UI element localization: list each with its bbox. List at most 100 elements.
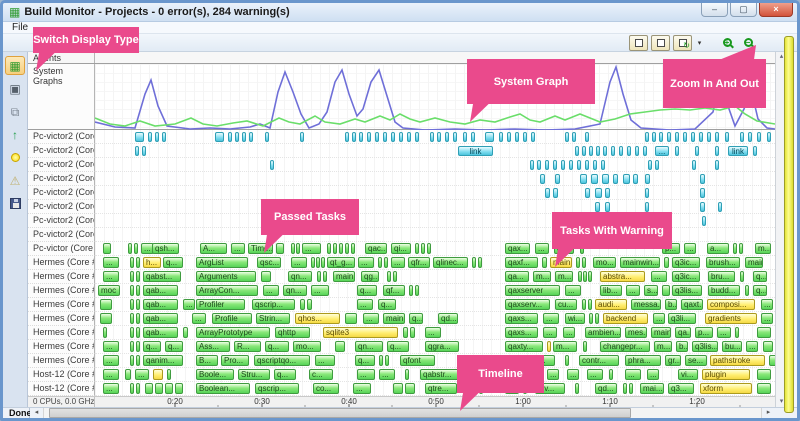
task-bar[interactable] (345, 243, 349, 254)
task-bar[interactable] (588, 271, 592, 282)
task-bar[interactable]: se... (685, 355, 707, 366)
task-bar[interactable] (291, 243, 295, 254)
task-bar[interactable]: abstra... (600, 271, 645, 282)
task-bar[interactable]: qfr... (408, 257, 430, 268)
task-bar[interactable]: ... (391, 257, 405, 268)
task-bar[interactable] (453, 132, 457, 142)
sidebar-button-build-progress[interactable]: ▦ (5, 56, 25, 75)
task-bar[interactable] (351, 243, 355, 254)
task-bar[interactable]: qaxs... (505, 327, 538, 338)
task-bar[interactable]: qac... (365, 243, 387, 254)
display-type-dropdown[interactable]: ▾ (695, 35, 704, 51)
task-bar[interactable] (627, 146, 631, 156)
task-bar[interactable] (692, 160, 696, 170)
task-bar[interactable] (645, 202, 649, 212)
task-bar[interactable]: b... (676, 341, 688, 352)
task-bar[interactable] (577, 160, 581, 170)
task-bar[interactable] (409, 285, 413, 296)
task-bar[interactable]: composi... (707, 299, 755, 310)
task-bar[interactable] (576, 257, 580, 268)
task-bar[interactable] (393, 271, 397, 282)
task-bar[interactable] (575, 146, 579, 156)
task-bar[interactable] (715, 132, 719, 142)
task-bar[interactable]: qscriptqo... (254, 355, 310, 366)
task-bar[interactable] (675, 132, 679, 142)
task-bar[interactable]: ... (135, 369, 149, 380)
task-bar[interactable]: co... (313, 383, 339, 394)
task-bar[interactable]: ... (761, 299, 773, 310)
task-bar[interactable]: q... (265, 341, 289, 352)
task-bar[interactable] (136, 383, 140, 394)
task-bar[interactable] (583, 271, 587, 282)
task-bar[interactable] (553, 160, 557, 170)
task-bar[interactable] (540, 174, 545, 184)
task-bar[interactable] (596, 146, 600, 156)
task-bar[interactable] (582, 299, 586, 310)
sidebar-button-save[interactable] (5, 194, 25, 213)
task-bar[interactable]: h... (143, 257, 161, 268)
task-bar[interactable] (572, 132, 576, 142)
task-bar[interactable] (619, 146, 623, 156)
task-bar[interactable] (707, 132, 711, 142)
task-bar[interactable]: s... (644, 285, 658, 296)
task-bar[interactable] (136, 257, 140, 268)
task-bar[interactable]: ... (547, 369, 559, 380)
task-bar[interactable] (595, 313, 599, 324)
task-bar[interactable] (578, 271, 582, 282)
task-bar[interactable] (135, 132, 144, 142)
task-bar[interactable] (629, 383, 633, 394)
task-bar[interactable]: qab... (143, 313, 178, 324)
task-bar[interactable] (555, 174, 560, 184)
task-bar[interactable]: brush... (706, 257, 740, 268)
task-bar[interactable] (261, 271, 271, 282)
task-bar[interactable]: qabstr... (420, 369, 460, 380)
task-bar[interactable]: b... (665, 299, 677, 310)
task-bar[interactable]: link (728, 146, 748, 156)
task-bar[interactable] (136, 313, 140, 324)
task-bar[interactable] (659, 132, 663, 142)
task-bar[interactable] (153, 369, 163, 380)
task-bar[interactable] (611, 146, 615, 156)
task-bar[interactable] (499, 132, 503, 142)
task-bar[interactable]: ... (358, 257, 374, 268)
task-bar[interactable]: q... (357, 285, 377, 296)
task-bar[interactable] (135, 146, 139, 156)
task-bar[interactable] (591, 174, 598, 184)
task-bar[interactable] (580, 174, 587, 184)
task-bar[interactable]: mai... (640, 383, 664, 394)
task-bar[interactable]: ... (625, 369, 641, 380)
task-bar[interactable] (323, 271, 327, 282)
task-bar[interactable]: contr... (579, 355, 619, 366)
task-bar[interactable] (130, 355, 134, 366)
task-bar[interactable]: ... (357, 299, 373, 310)
task-bar[interactable] (623, 174, 630, 184)
task-bar[interactable]: qn... (288, 271, 312, 282)
task-bar[interactable]: qsc... (257, 257, 281, 268)
task-bar[interactable] (593, 160, 597, 170)
task-bar[interactable]: qab... (143, 299, 178, 310)
task-bar[interactable] (316, 257, 320, 268)
task-bar[interactable] (165, 383, 173, 394)
task-bar[interactable] (542, 257, 547, 268)
task-bar[interactable]: audi... (595, 299, 627, 310)
task-bar[interactable]: ... (183, 299, 195, 310)
task-bar[interactable]: qax... (505, 243, 530, 254)
hscroll-left-arrow[interactable]: ◂ (30, 408, 43, 418)
task-bar[interactable] (103, 243, 111, 254)
task-bar[interactable] (725, 132, 729, 142)
task-bar[interactable] (307, 299, 312, 310)
task-bar[interactable]: qfont (400, 355, 435, 366)
task-bar[interactable]: main (333, 271, 355, 282)
task-bar[interactable] (345, 132, 349, 142)
task-bar[interactable]: ... (103, 355, 119, 366)
task-bar[interactable]: Stru... (238, 369, 270, 380)
task-bar[interactable] (242, 132, 246, 142)
task-bar[interactable] (485, 132, 494, 142)
hscroll-right-arrow[interactable]: ▸ (762, 408, 775, 418)
task-bar[interactable] (155, 132, 159, 142)
task-bar[interactable] (249, 132, 253, 142)
task-bar[interactable]: qsh... (152, 243, 179, 254)
task-bar[interactable]: ... (363, 313, 379, 324)
task-bar[interactable]: qi... (391, 243, 411, 254)
task-bar[interactable]: ... (647, 369, 659, 380)
